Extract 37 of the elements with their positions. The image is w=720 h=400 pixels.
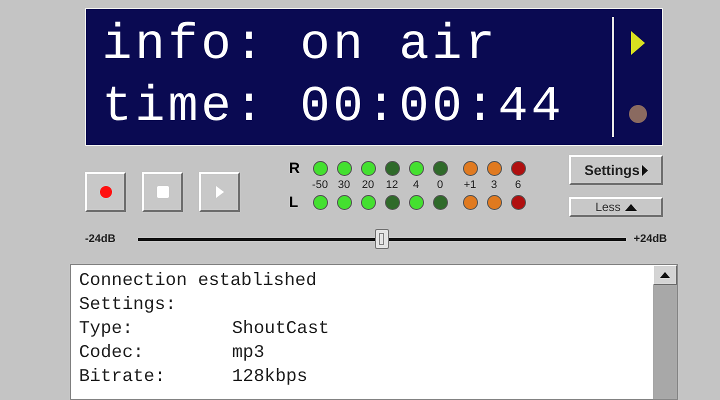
scale-label: -50 bbox=[312, 178, 328, 193]
scale-label: 20 bbox=[362, 178, 374, 193]
up-arrow-icon bbox=[660, 272, 670, 278]
play-icon bbox=[216, 186, 224, 198]
display-text: time: 00:00:44 bbox=[102, 78, 566, 138]
play-button[interactable] bbox=[199, 172, 240, 212]
scroll-up-button[interactable] bbox=[653, 265, 677, 285]
scale-label: 3 bbox=[490, 178, 498, 193]
less-button[interactable]: Less bbox=[569, 197, 663, 217]
meter-label: L bbox=[289, 195, 300, 211]
log-line: Settings: bbox=[79, 294, 178, 317]
log-line: Type: ShoutCast bbox=[79, 318, 330, 341]
settings-button[interactable]: Settings bbox=[569, 155, 663, 185]
scale-label: 0 bbox=[436, 178, 444, 193]
scale-label: 12 bbox=[386, 178, 398, 193]
record-button[interactable] bbox=[85, 172, 126, 212]
scale-label: 30 bbox=[338, 178, 350, 193]
stop-button[interactable] bbox=[142, 172, 183, 212]
display-text: info: on air bbox=[102, 16, 500, 76]
log-line: Connection established bbox=[79, 270, 318, 293]
scale-label: +1 bbox=[464, 178, 476, 193]
up-triangle-icon bbox=[624, 204, 637, 210]
play-indicator-icon bbox=[631, 31, 645, 55]
record-icon bbox=[100, 186, 112, 198]
max-gain-label: +24dB bbox=[634, 232, 667, 247]
right-triangle-icon bbox=[642, 164, 648, 176]
min-gain-label: -24dB bbox=[85, 232, 117, 247]
meter-label: R bbox=[289, 161, 301, 177]
slider-thumb[interactable] bbox=[374, 229, 389, 249]
scale-label: 4 bbox=[412, 178, 420, 193]
gain-slider[interactable] bbox=[138, 229, 626, 249]
scrollbar[interactable] bbox=[653, 265, 677, 399]
status-dot-icon bbox=[629, 105, 647, 123]
log-line: Bitrate: 128kbps bbox=[79, 366, 309, 389]
stop-icon bbox=[156, 186, 168, 198]
scale-label: 6 bbox=[514, 178, 522, 193]
log-line: Codec: mp3 bbox=[79, 342, 266, 365]
